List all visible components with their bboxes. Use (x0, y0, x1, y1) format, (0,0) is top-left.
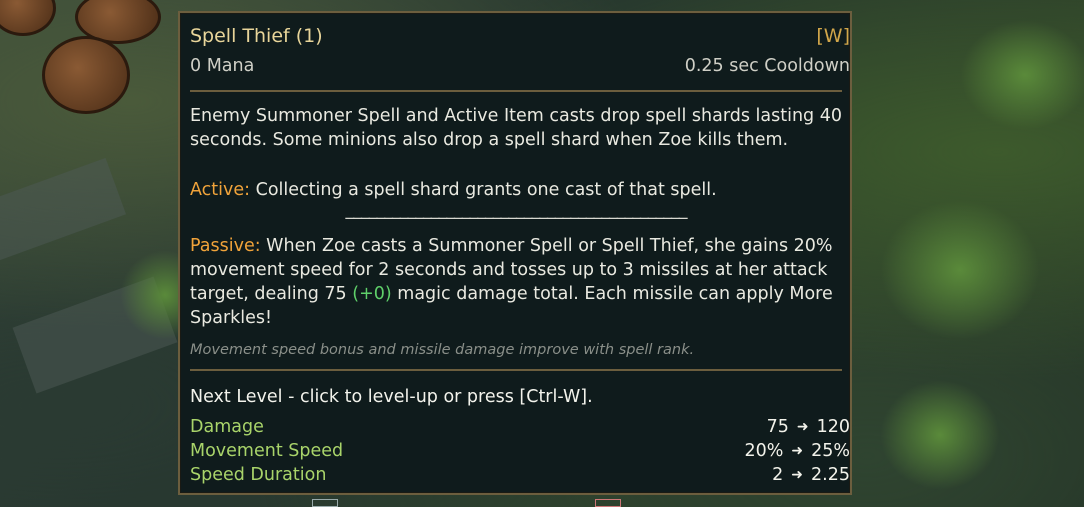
hud-icon[interactable] (595, 499, 621, 507)
foliage (960, 20, 1084, 130)
stat-to: 120 (816, 417, 850, 437)
ability-cooldown: 0.25 sec Cooldown (684, 56, 850, 76)
ability-description: Enemy Summoner Spell and Active Item cas… (190, 106, 842, 150)
stat-from: 2 (772, 465, 784, 485)
stat-name: Damage (190, 417, 264, 437)
stone-path (0, 157, 127, 263)
active-label: Active: (190, 180, 251, 200)
arrow-right-icon: ➜ (796, 419, 809, 435)
ability-cost: 0 Mana (190, 56, 255, 76)
foliage (880, 200, 1040, 340)
foliage (880, 380, 1000, 490)
passive-label: Passive: (190, 236, 261, 256)
passive-effect: Passive: When Zoe casts a Summoner Spell… (190, 234, 842, 330)
arrow-right-icon: ➜ (791, 443, 804, 459)
level-up-stats: Damage 75 ➜ 120 Movement Speed 20% ➜ 25% Spe… (190, 415, 850, 487)
next-level-hint: Next Level - click to level-up or press … (190, 387, 593, 407)
ability-note: Movement speed bonus and missile damage … (190, 342, 695, 358)
stat-values: 2 ➜ 2.25 (772, 463, 850, 487)
ability-hotkey: [W] (816, 25, 850, 47)
active-text: Collecting a spell shard grants one cast… (250, 180, 717, 200)
footer-divider (190, 369, 842, 371)
stat-row-damage: Damage 75 ➜ 120 (190, 415, 850, 439)
stat-values: 75 ➜ 120 (767, 415, 850, 439)
barrel-prop (42, 36, 130, 114)
stat-from: 20% (744, 441, 784, 461)
stat-row-speed-duration: Speed Duration 2 ➜ 2.25 (190, 463, 850, 487)
stat-name: Speed Duration (190, 465, 327, 485)
arrow-right-icon: ➜ (791, 467, 804, 483)
ability-tooltip: Spell Thief (1) [W] 0 Mana 0.25 sec Cool… (178, 11, 852, 495)
hud-icon[interactable] (312, 499, 338, 507)
ability-description-block: Enemy Summoner Spell and Active Item cas… (190, 104, 842, 330)
stat-to: 25% (811, 441, 850, 461)
stat-name: Movement Speed (190, 441, 344, 461)
stat-row-movement-speed: Movement Speed 20% ➜ 25% (190, 439, 850, 463)
ability-cost-row: 0 Mana 0.25 sec Cooldown (190, 54, 850, 78)
stat-from: 75 (766, 417, 789, 437)
barrel-prop (0, 0, 56, 36)
ability-title: Spell Thief (1) (190, 25, 323, 47)
stat-to: 2.25 (811, 465, 850, 485)
passive-scaling: (+0) (352, 284, 392, 304)
header-divider (190, 90, 842, 92)
tooltip-header: Spell Thief (1) [W] (190, 24, 850, 50)
stat-values: 20% ➜ 25% (744, 439, 850, 463)
